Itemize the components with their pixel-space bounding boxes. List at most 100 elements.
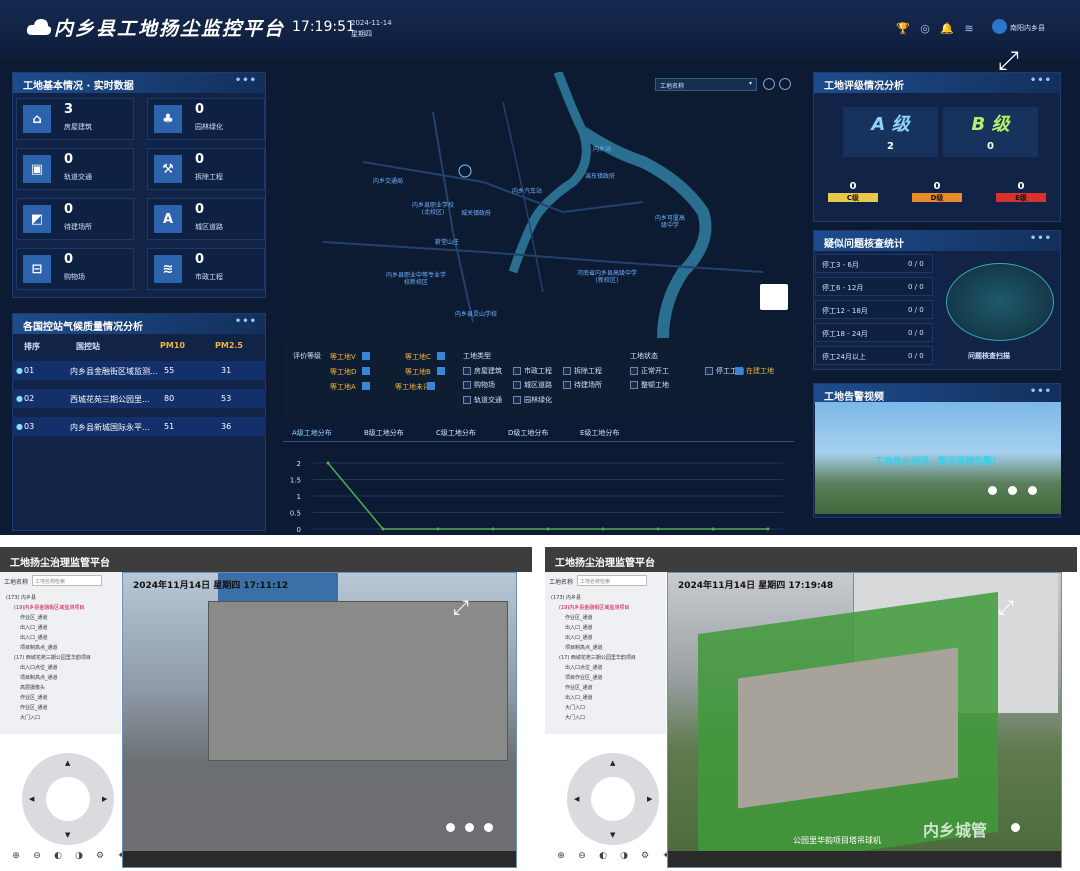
tree-item[interactable]: (17) 西城花苑三期公园里华韵项目 bbox=[14, 654, 91, 661]
ptz-down-icon[interactable]: ▼ bbox=[65, 831, 70, 839]
ptz-right-icon[interactable]: ▶ bbox=[647, 795, 652, 803]
ptz-control[interactable]: ▲ ▼ ◀ ▶ bbox=[567, 753, 659, 845]
checkbox[interactable] bbox=[437, 352, 445, 360]
tree-item[interactable]: 出入口_通道 bbox=[20, 624, 48, 631]
tree-item[interactable]: (173) 内乡县 bbox=[551, 594, 581, 601]
carousel-dot[interactable] bbox=[1008, 486, 1017, 495]
stat-tile[interactable]: ⚒ 0 拆除工程 bbox=[147, 148, 265, 190]
tree-item[interactable]: 作业区_通道 bbox=[20, 694, 48, 701]
camera-view[interactable]: 2024年11月14日 星期四 17:19:48 ⤢ 内乡城管 公园里华韵项目塔… bbox=[667, 572, 1062, 868]
refresh-icon[interactable] bbox=[763, 78, 775, 90]
ptz-right-icon[interactable]: ▶ bbox=[102, 795, 107, 803]
focus-near-icon[interactable]: ◐ bbox=[52, 851, 64, 863]
alarm-video[interactable]: 工地作业规范，暂无视频告警！ bbox=[815, 402, 1061, 514]
ptz-control[interactable]: ▲ ▼ ◀ ▶ bbox=[22, 753, 114, 845]
tree-item[interactable]: (19)内乡县金融街区域监测项目 bbox=[559, 604, 629, 611]
camera-view[interactable]: 2024年11月14日 星期四 17:11:12 ⤢ bbox=[122, 572, 517, 868]
type-option[interactable]: 房屋建筑 bbox=[474, 366, 502, 376]
checkbox[interactable] bbox=[463, 367, 471, 375]
grade-a-card[interactable]: A 级 2 bbox=[843, 107, 938, 157]
ptz-up-icon[interactable]: ▲ bbox=[610, 759, 615, 767]
status-option[interactable]: 在建工地 bbox=[746, 366, 774, 376]
tree-item[interactable]: 大门入口 bbox=[565, 714, 585, 721]
stat-tile[interactable]: ≋ 0 市政工程 bbox=[147, 248, 265, 290]
tree-item[interactable]: 作业区_通道 bbox=[565, 614, 593, 621]
focus-far-icon[interactable]: ◑ bbox=[618, 851, 630, 863]
focus-far-icon[interactable]: ◑ bbox=[73, 851, 85, 863]
stat-tile[interactable]: ⊟ 0 购物场 bbox=[16, 248, 134, 290]
rating-option[interactable]: 等工地D bbox=[330, 367, 356, 377]
locate-icon[interactable] bbox=[779, 78, 791, 90]
issue-row[interactable]: 停工12 - 18月 0 / 0 bbox=[815, 300, 933, 319]
search-input[interactable]: 工地名称检索 bbox=[577, 575, 647, 586]
table-row[interactable]: ● 03 内乡县新城国际永平... 51 36 bbox=[12, 417, 266, 436]
checkbox[interactable] bbox=[463, 381, 471, 389]
map-view[interactable]: 内乡站 湍东镇政府 内乡汽车站 内乡县职业学校(北校区) 城关镇政府 内乡交通局… bbox=[283, 70, 794, 339]
tree-item[interactable]: 出入口_通道 bbox=[20, 634, 48, 641]
stat-tile[interactable]: ♣ 0 园林绿化 bbox=[147, 98, 265, 140]
grade-b-card[interactable]: B 级 0 bbox=[943, 107, 1038, 157]
checkbox[interactable] bbox=[705, 367, 713, 375]
type-option[interactable]: 园林绿化 bbox=[524, 395, 552, 405]
tree-item[interactable]: 出入口_通道 bbox=[565, 694, 593, 701]
rating-option[interactable]: 等工地A bbox=[330, 382, 356, 392]
grade-small-card[interactable]: 0 D级 bbox=[912, 181, 962, 202]
tree-item[interactable]: 出入口_通道 bbox=[565, 634, 593, 641]
tab-grade[interactable]: A级工地分布 bbox=[292, 428, 332, 438]
grade-small-card[interactable]: 0 C级 bbox=[828, 181, 878, 202]
grade-small-card[interactable]: 0 E级 bbox=[996, 181, 1046, 202]
user-name[interactable]: 南阳内乡县 bbox=[1010, 23, 1045, 33]
avatar[interactable] bbox=[992, 19, 1007, 34]
tree-item[interactable]: 出入口点位_通道 bbox=[20, 664, 58, 671]
table-row[interactable]: ● 02 西城花苑三期公园里... 80 53 bbox=[12, 389, 266, 408]
trophy-icon[interactable]: 🏆 bbox=[896, 21, 910, 35]
stat-tile[interactable]: ⌂ 3 房屋建筑 bbox=[16, 98, 134, 140]
tree-item[interactable]: 出入口点位_通道 bbox=[565, 664, 603, 671]
tree-item[interactable]: 出入口_通道 bbox=[565, 624, 593, 631]
carousel-dot[interactable] bbox=[484, 823, 493, 832]
zoom-out-icon[interactable]: ⊖ bbox=[576, 851, 588, 863]
checkbox[interactable] bbox=[630, 367, 638, 375]
rating-option[interactable]: 等工地未评 bbox=[395, 382, 430, 392]
checkbox[interactable] bbox=[513, 396, 521, 404]
map-legend-logo[interactable] bbox=[760, 284, 788, 310]
tree-item[interactable]: 项目制高点_通道 bbox=[20, 644, 58, 651]
tree-item[interactable]: 作业区_通道 bbox=[20, 614, 48, 621]
checkbox[interactable] bbox=[563, 367, 571, 375]
tree-item[interactable]: 高层摄像头 bbox=[20, 684, 45, 691]
checkbox[interactable] bbox=[362, 382, 370, 390]
issue-row[interactable]: 停工18 - 24月 0 / 0 bbox=[815, 323, 933, 342]
type-option[interactable]: 购物场 bbox=[474, 380, 495, 390]
type-option[interactable]: 轨道交通 bbox=[474, 395, 502, 405]
issue-row[interactable]: 停工3 - 6月 0 / 0 bbox=[815, 254, 933, 273]
stat-tile[interactable]: ◩ 0 待建场所 bbox=[16, 198, 134, 240]
rating-option[interactable]: 等工地V bbox=[330, 352, 356, 362]
zoom-in-icon[interactable]: ⊕ bbox=[10, 851, 22, 863]
iris-icon[interactable]: ⚙ bbox=[639, 851, 651, 863]
carousel-dot[interactable] bbox=[446, 823, 455, 832]
tree-item[interactable]: (19)内乡县金融街区域监测项目 bbox=[14, 604, 84, 611]
tab-grade[interactable]: C级工地分布 bbox=[436, 428, 476, 438]
checkbox[interactable] bbox=[563, 381, 571, 389]
ptz-left-icon[interactable]: ◀ bbox=[29, 795, 34, 803]
type-option[interactable]: 拆除工程 bbox=[574, 366, 602, 376]
ptz-left-icon[interactable]: ◀ bbox=[574, 795, 579, 803]
tree-item[interactable]: 项目制高点_通道 bbox=[20, 674, 58, 681]
stat-tile[interactable]: ▣ 0 轨道交通 bbox=[16, 148, 134, 190]
zoom-out-icon[interactable]: ⊖ bbox=[31, 851, 43, 863]
expand-icon[interactable]: ⤢ bbox=[998, 46, 1019, 77]
status-option[interactable]: 整顿工地 bbox=[641, 380, 669, 390]
tree-item[interactable]: 项目制高点_通道 bbox=[565, 644, 603, 651]
status-option[interactable]: 正常开工 bbox=[641, 366, 669, 376]
issue-row[interactable]: 停工6 - 12月 0 / 0 bbox=[815, 277, 933, 296]
checkbox[interactable] bbox=[513, 381, 521, 389]
type-option[interactable]: 城区道路 bbox=[524, 380, 552, 390]
issue-row[interactable]: 停工24月以上 0 / 0 bbox=[815, 346, 933, 365]
checkbox[interactable] bbox=[630, 381, 638, 389]
tab-grade[interactable]: E级工地分布 bbox=[580, 428, 619, 438]
expand-icon[interactable]: ⤢ bbox=[998, 595, 1014, 619]
checkbox[interactable] bbox=[362, 352, 370, 360]
bell-icon[interactable]: 🔔 bbox=[940, 21, 954, 35]
search-input[interactable]: 工地名称检索 bbox=[32, 575, 102, 586]
site-select[interactable]: 工地名称 ▾ bbox=[655, 78, 757, 91]
